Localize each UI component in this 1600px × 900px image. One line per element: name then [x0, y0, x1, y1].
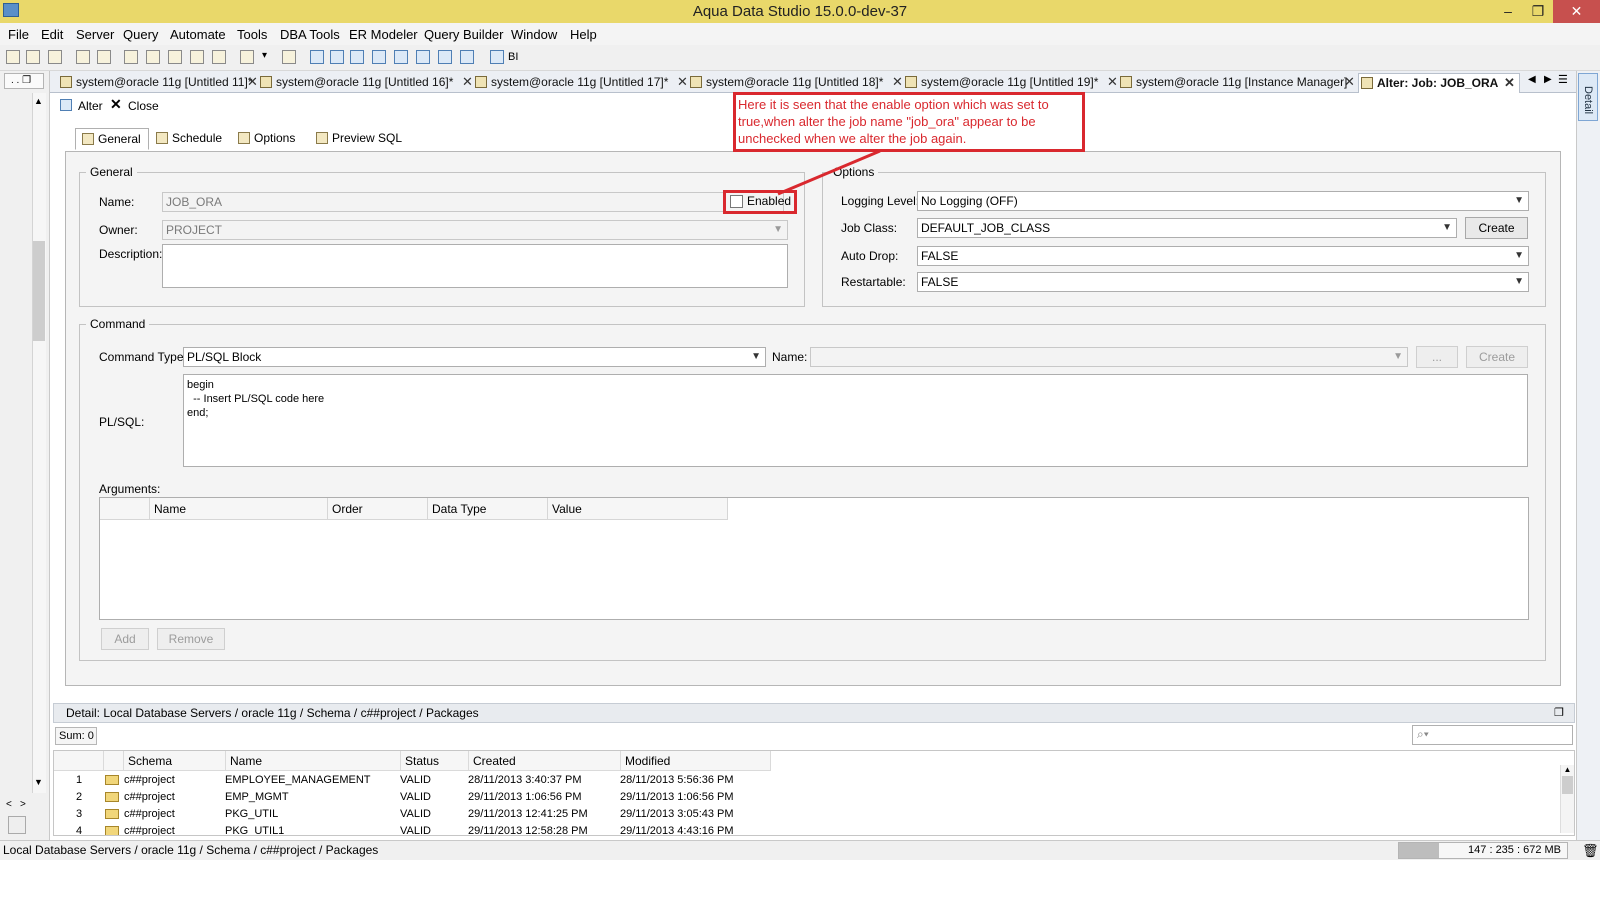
row-schema: c##project	[124, 791, 175, 803]
table-row[interactable]: 4 c##project PKG_UTIL1 VALID 29/11/2013 …	[54, 823, 1554, 836]
detail-restore-icon[interactable]: ❐	[1554, 704, 1564, 722]
package-folder-icon	[105, 826, 119, 835]
row-created: 29/11/2013 12:58:28 PM	[468, 825, 588, 836]
search-icon: ⌕▾	[1417, 727, 1429, 741]
detail-header-schema[interactable]: Schema	[124, 751, 226, 771]
detail-scroll-thumb[interactable]	[1562, 776, 1573, 794]
detail-path: Detail: Local Database Servers / oracle …	[66, 706, 479, 720]
memory-usage-fill	[1399, 843, 1439, 858]
row-status: VALID	[400, 774, 431, 786]
detail-grid[interactable]: Schema Name Status Created Modified 1 c#…	[53, 750, 1575, 836]
row-number: 3	[76, 808, 83, 820]
row-status: VALID	[400, 808, 431, 820]
row-created: 28/11/2013 3:40:37 PM	[468, 774, 582, 786]
row-modified: 29/11/2013 3:05:43 PM	[620, 808, 734, 820]
memory-text: 147 : 235 : 672 MB	[1468, 844, 1561, 856]
row-schema: c##project	[124, 825, 175, 836]
row-status: VALID	[400, 825, 431, 836]
detail-header-name[interactable]: Name	[226, 751, 401, 771]
row-modified: 29/11/2013 1:06:56 PM	[620, 791, 734, 803]
row-number: 2	[76, 791, 83, 803]
row-name: PKG_UTIL1	[225, 825, 285, 836]
detail-scrollbar[interactable]: ▲	[1560, 765, 1574, 833]
package-folder-icon	[105, 792, 119, 802]
row-name: PKG_UTIL	[225, 808, 279, 820]
detail-header-status[interactable]: Status	[401, 751, 469, 771]
table-row[interactable]: 3 c##project PKG_UTIL VALID 29/11/2013 1…	[54, 806, 1554, 823]
detail-header: Detail: Local Database Servers / oracle …	[53, 703, 1575, 723]
row-created: 29/11/2013 12:41:25 PM	[468, 808, 588, 820]
row-schema: c##project	[124, 774, 175, 786]
detail-header-modified[interactable]: Modified	[621, 751, 771, 771]
status-path: Local Database Servers / oracle 11g / Sc…	[3, 843, 379, 857]
detail-rownum-header	[54, 751, 104, 771]
detail-search-input[interactable]: ⌕▾	[1412, 725, 1573, 745]
row-name: EMP_MGMT	[225, 791, 289, 803]
scroll-up-icon[interactable]: ▲	[1561, 765, 1574, 774]
detail-header-created[interactable]: Created	[469, 751, 621, 771]
detail-icon-header	[104, 751, 124, 771]
row-name: EMPLOYEE_MANAGEMENT	[225, 774, 371, 786]
row-modified: 28/11/2013 5:56:36 PM	[620, 774, 734, 786]
row-number: 4	[76, 825, 83, 836]
table-row[interactable]: 1 c##project EMPLOYEE_MANAGEMENT VALID 2…	[54, 772, 1554, 789]
package-folder-icon	[105, 809, 119, 819]
sum-indicator: Sum: 0	[55, 727, 97, 745]
package-folder-icon	[105, 775, 119, 785]
row-schema: c##project	[124, 808, 175, 820]
status-bar: Local Database Servers / oracle 11g / Sc…	[0, 840, 1600, 860]
row-number: 1	[76, 774, 83, 786]
row-status: VALID	[400, 791, 431, 803]
row-created: 29/11/2013 1:06:56 PM	[468, 791, 582, 803]
annotation-arrow-line	[777, 149, 881, 196]
row-modified: 29/11/2013 4:43:16 PM	[620, 825, 734, 836]
trash-icon[interactable]: 🗑	[1582, 843, 1599, 859]
table-row[interactable]: 2 c##project EMP_MGMT VALID 29/11/2013 1…	[54, 789, 1554, 806]
